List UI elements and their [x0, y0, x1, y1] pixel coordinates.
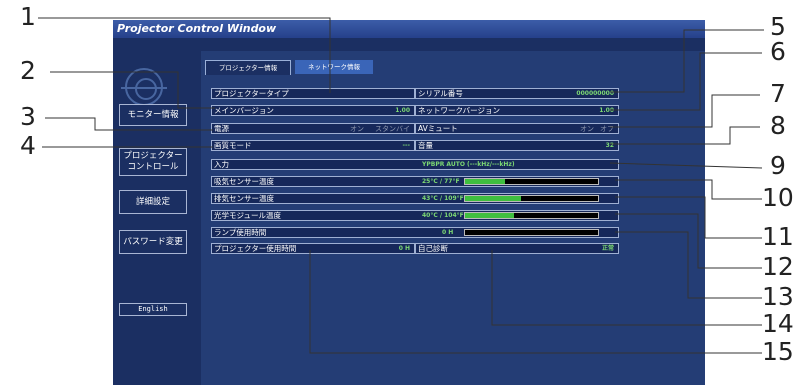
callout-number-13: 13 [762, 282, 794, 311]
callout-number-1: 1 [20, 2, 36, 31]
leader-line-8 [610, 126, 760, 145]
callout-number-4: 4 [20, 131, 36, 160]
callout-number-8: 8 [770, 111, 786, 140]
leader-line-7 [610, 94, 760, 128]
callout-number-9: 9 [770, 151, 786, 180]
leader-line-13 [615, 231, 762, 299]
callout-number-14: 14 [762, 309, 794, 338]
leader-line-2 [50, 71, 215, 109]
callout-number-15: 15 [762, 337, 794, 366]
leader-line-6 [610, 52, 762, 111]
callout-number-11: 11 [762, 222, 794, 251]
leader-line-14 [491, 250, 762, 326]
callout-number-3: 3 [20, 102, 36, 131]
callout-number-6: 6 [770, 37, 786, 66]
leader-line-9 [609, 162, 763, 169]
leader-line-15 [309, 250, 762, 354]
callout-number-10: 10 [762, 183, 794, 212]
callout-number-12: 12 [762, 252, 794, 281]
leader-line-10 [615, 179, 762, 200]
leader-line-5 [610, 29, 764, 93]
callout-number-2: 2 [20, 56, 36, 85]
leader-line-1 [38, 17, 331, 93]
leader-line-3 [45, 117, 213, 131]
callout-number-7: 7 [770, 79, 786, 108]
callout-leader-lines [38, 17, 764, 354]
